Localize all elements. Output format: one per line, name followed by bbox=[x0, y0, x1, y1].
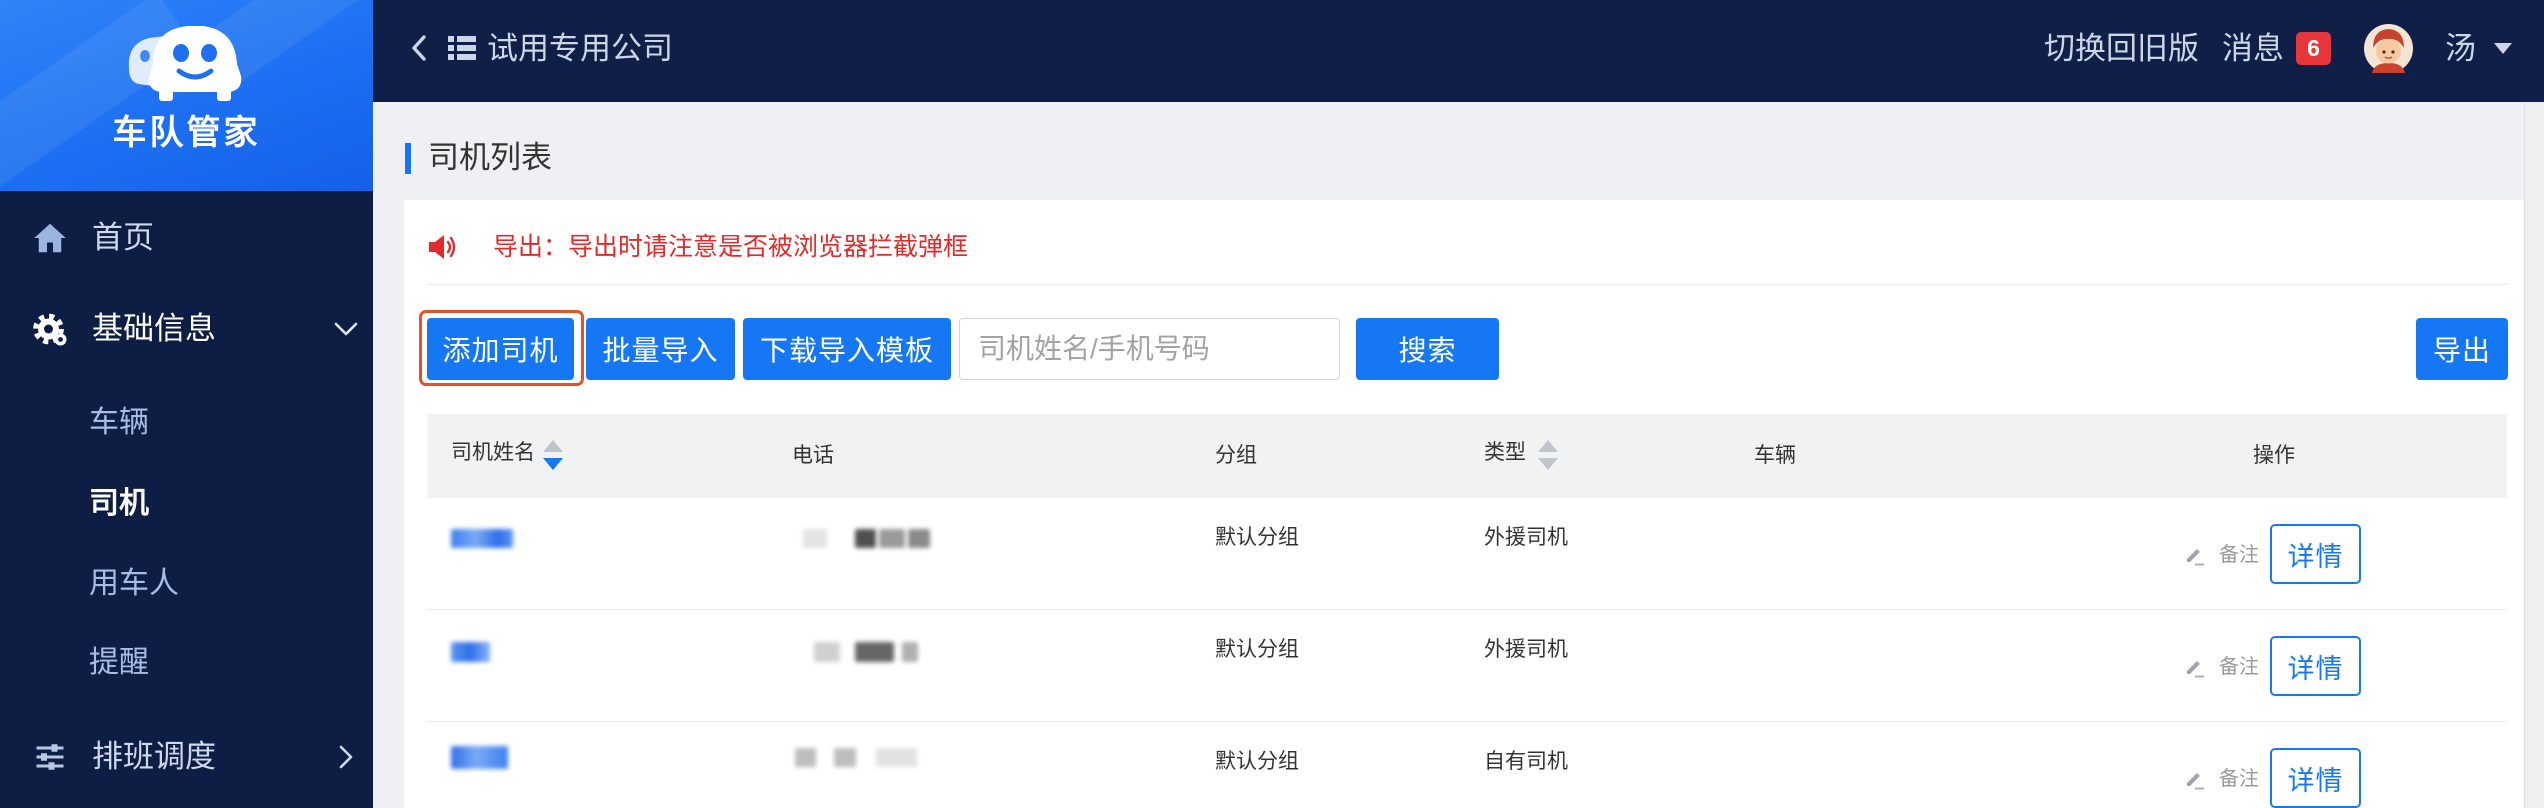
phone-masked bbox=[855, 529, 876, 548]
driver-name-link[interactable] bbox=[451, 746, 508, 769]
sidebar-item-home[interactable]: 首页 bbox=[0, 198, 373, 278]
sort-icon[interactable] bbox=[1535, 438, 1561, 472]
home-icon bbox=[32, 220, 68, 256]
sidebar-item-basic-info[interactable]: 基础信息 bbox=[0, 289, 373, 369]
group-cell: 默认分组 bbox=[1215, 526, 1299, 549]
switch-old-version-link[interactable]: 切换回旧版 bbox=[2044, 29, 2199, 69]
column-header-name[interactable]: 司机姓名 bbox=[451, 439, 535, 467]
edit-pencil-icon[interactable] bbox=[2184, 656, 2206, 678]
phone-masked bbox=[876, 748, 917, 767]
messages-badge[interactable]: 6 bbox=[2296, 32, 2331, 65]
table-row: 默认分组 外援司机 备注 详情 bbox=[427, 610, 2507, 722]
phone-masked bbox=[908, 529, 930, 548]
sidebar-subitem-passengers[interactable]: 用车人 bbox=[0, 544, 373, 624]
phone-masked bbox=[834, 748, 856, 767]
sidebar-item-label: 首页 bbox=[92, 220, 154, 255]
driver-table: 司机姓名 电话 分组 类型 车辆 操作 默认分组 外援司机 备注 详情 默认分组… bbox=[427, 414, 2507, 808]
search-input[interactable] bbox=[959, 318, 1340, 380]
app-logo[interactable]: 车队管家 bbox=[0, 0, 373, 191]
detail-button[interactable]: 详情 bbox=[2270, 524, 2361, 584]
edit-pencil-icon[interactable] bbox=[2184, 544, 2206, 566]
table-header: 司机姓名 电话 分组 类型 车辆 操作 bbox=[427, 414, 2507, 498]
speaker-icon bbox=[429, 235, 456, 259]
car-logo-icon bbox=[128, 26, 242, 101]
export-notice: 导出：导出时请注意是否被浏览器拦截弹框 bbox=[493, 233, 969, 261]
messages-link[interactable]: 消息 bbox=[2222, 29, 2284, 69]
table-row: 默认分组 自有司机 备注 详情 bbox=[427, 722, 2507, 808]
page-title: 司机列表 bbox=[428, 140, 552, 175]
sidebar-subitem-reminders[interactable]: 提醒 bbox=[0, 623, 373, 703]
divider bbox=[427, 284, 2507, 285]
vertical-scrollbar[interactable] bbox=[2524, 102, 2544, 808]
sliders-icon bbox=[32, 739, 68, 775]
download-template-button[interactable]: 下载导入模板 bbox=[743, 318, 951, 380]
sidebar-subitem-label: 用车人 bbox=[89, 567, 179, 600]
column-header-type[interactable]: 类型 bbox=[1484, 439, 1526, 467]
detail-button[interactable]: 详情 bbox=[2270, 636, 2361, 696]
edit-pencil-icon[interactable] bbox=[2184, 768, 2206, 790]
app-name: 车队管家 bbox=[112, 114, 261, 152]
caret-down-icon[interactable] bbox=[2494, 43, 2512, 54]
type-cell: 自有司机 bbox=[1484, 750, 1568, 773]
remark-link[interactable]: 备注 bbox=[2219, 541, 2259, 569]
column-header-actions: 操作 bbox=[2253, 444, 2295, 467]
remark-link[interactable]: 备注 bbox=[2219, 765, 2259, 793]
sidebar-item-label: 排班调度 bbox=[92, 739, 216, 774]
sidebar-subitem-vehicles[interactable]: 车辆 bbox=[0, 383, 373, 463]
group-cell: 默认分组 bbox=[1215, 638, 1299, 661]
gear-icon bbox=[32, 311, 68, 347]
company-name[interactable]: 试用专用公司 bbox=[487, 29, 673, 69]
phone-masked bbox=[803, 529, 827, 548]
sidebar-subitem-label: 车辆 bbox=[89, 406, 149, 439]
user-name[interactable]: 汤 bbox=[2445, 29, 2476, 69]
export-button[interactable]: 导出 bbox=[2416, 318, 2508, 380]
group-cell: 默认分组 bbox=[1215, 750, 1299, 773]
phone-masked bbox=[814, 642, 840, 662]
top-bar: 试用专用公司 切换回旧版 消息 6 汤 bbox=[373, 0, 2544, 102]
search-button[interactable]: 搜索 bbox=[1356, 318, 1499, 380]
sidebar-subitem-label: 提醒 bbox=[89, 646, 149, 679]
driver-name-link[interactable] bbox=[451, 642, 490, 662]
title-accent-bar bbox=[405, 143, 411, 174]
chevron-down-icon bbox=[333, 317, 359, 341]
chevron-right-icon bbox=[333, 745, 359, 769]
sidebar: 车队管家 首页 基础信息 车辆 司机 用车人 提醒 排班调度 bbox=[0, 0, 373, 808]
add-driver-button[interactable]: 添加司机 bbox=[427, 318, 574, 380]
sidebar-subitem-label: 司机 bbox=[89, 487, 149, 520]
type-cell: 外援司机 bbox=[1484, 638, 1568, 661]
avatar[interactable] bbox=[2364, 24, 2413, 73]
table-row: 默认分组 外援司机 备注 详情 bbox=[427, 498, 2507, 610]
detail-button[interactable]: 详情 bbox=[2270, 748, 2361, 808]
menu-list-icon[interactable] bbox=[448, 35, 476, 61]
phone-masked bbox=[879, 529, 905, 548]
sidebar-subitem-drivers[interactable]: 司机 bbox=[0, 464, 373, 544]
phone-masked bbox=[795, 748, 816, 767]
phone-masked bbox=[902, 642, 918, 662]
batch-import-button[interactable]: 批量导入 bbox=[586, 318, 735, 380]
chevron-left-icon[interactable] bbox=[409, 34, 429, 62]
column-header-phone: 电话 bbox=[792, 444, 834, 467]
sidebar-item-label: 基础信息 bbox=[92, 311, 216, 346]
phone-masked bbox=[855, 642, 894, 662]
column-header-group: 分组 bbox=[1215, 444, 1257, 467]
remark-link[interactable]: 备注 bbox=[2219, 653, 2259, 681]
driver-list-card: 导出：导出时请注意是否被浏览器拦截弹框 添加司机 批量导入 下载导入模板 搜索 … bbox=[404, 200, 2524, 808]
column-header-vehicle: 车辆 bbox=[1754, 444, 1796, 467]
type-cell: 外援司机 bbox=[1484, 526, 1568, 549]
driver-name-link[interactable] bbox=[451, 529, 513, 548]
sort-icon[interactable] bbox=[540, 438, 566, 472]
sidebar-item-scheduling[interactable]: 排班调度 bbox=[0, 717, 373, 797]
